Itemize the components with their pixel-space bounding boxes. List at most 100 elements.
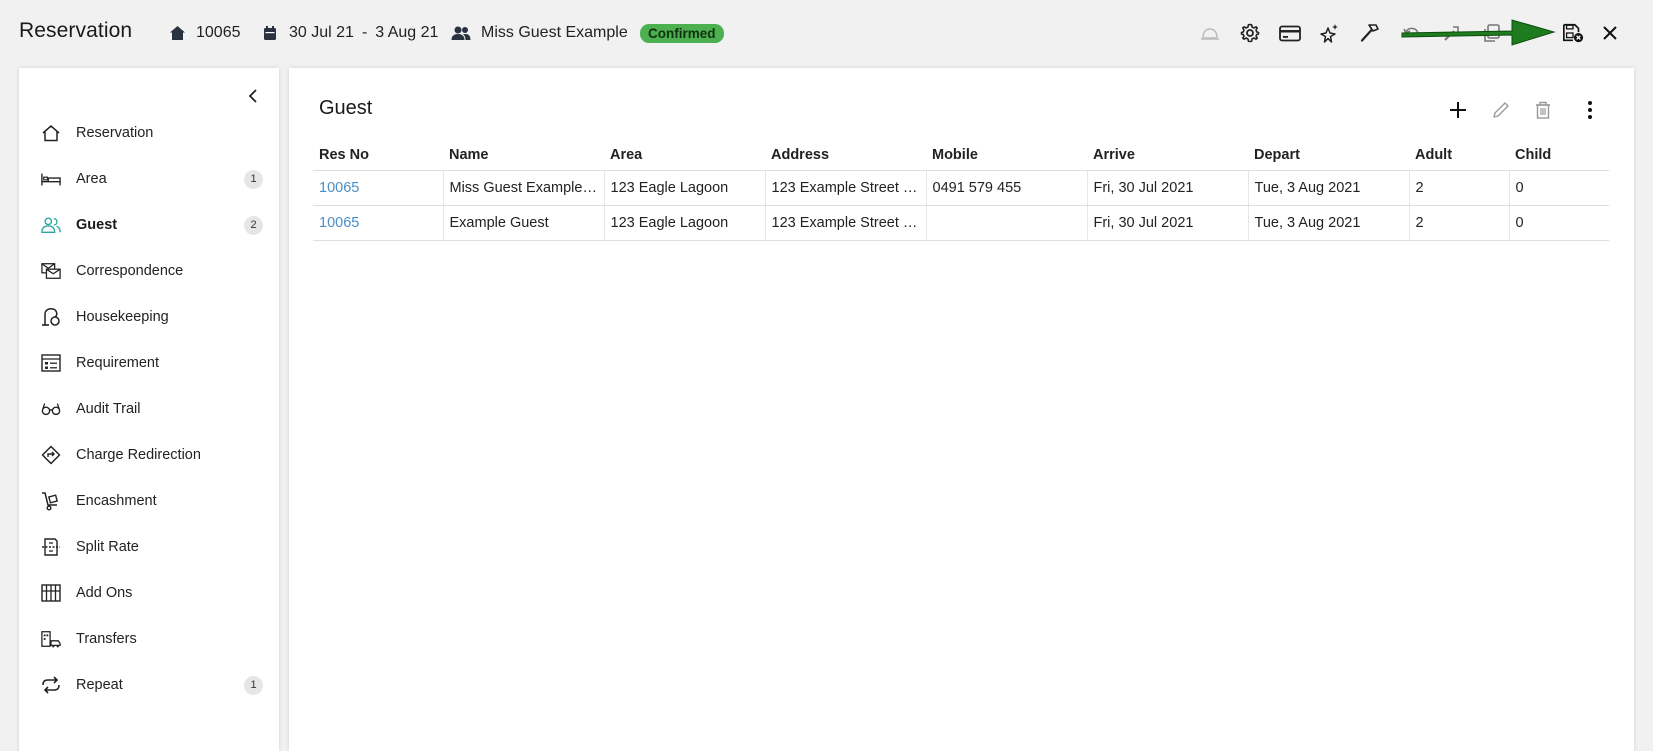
sidebar-item-label: Add Ons — [76, 585, 133, 601]
transfer-icon — [41, 629, 61, 649]
split-icon — [41, 537, 61, 557]
hammer-icon[interactable] — [1359, 22, 1381, 44]
date-from: 30 Jul 21 — [289, 24, 354, 41]
close-icon[interactable] — [1599, 22, 1621, 44]
column-header[interactable]: Mobile — [926, 140, 1087, 171]
guest-icon — [41, 215, 61, 235]
count-badge: 1 — [244, 169, 263, 189]
table-cell: 2 — [1408, 170, 1509, 206]
res-no-link[interactable]: 10065 — [313, 205, 443, 241]
date-separator: - — [361, 24, 368, 41]
mail-icon — [41, 261, 61, 281]
sidebar-item-audit-trail[interactable]: Audit Trail — [19, 389, 279, 429]
annotation-arrow — [1401, 19, 1556, 46]
repeat-icon — [41, 675, 61, 695]
column-header[interactable]: Address — [765, 140, 926, 171]
guest-panel: Guest Res No Name Area Address Mobile Ar… — [289, 68, 1634, 751]
stay-dates: 30 Jul 21 - 3 Aug 21 — [261, 0, 438, 66]
sidebar-item-split-rate[interactable]: Split Rate — [19, 527, 279, 567]
chevron-left-icon[interactable] — [243, 86, 263, 106]
guests-icon — [451, 24, 471, 42]
table-cell: Fri, 30 Jul 2021 — [1086, 205, 1248, 241]
status-badge: Confirmed — [640, 24, 724, 43]
guest-table: Res No Name Area Address Mobile Arrive D… — [313, 140, 1609, 241]
sidebar-item-correspondence[interactable]: Correspondence — [19, 251, 279, 291]
sidebar-item-label: Audit Trail — [76, 401, 141, 417]
sidebar-item-guest[interactable]: Guest 2 — [19, 205, 279, 245]
page-title: Reservation — [19, 19, 133, 42]
sidebar-item-label: Charge Redirection — [76, 447, 201, 463]
sidebar-item-label: Housekeeping — [76, 309, 169, 325]
count-badge: 1 — [244, 675, 263, 695]
table-cell: Fri, 30 Jul 2021 — [1086, 170, 1248, 206]
sidebar-item-add-ons[interactable]: Add Ons — [19, 573, 279, 613]
table-cell: Example Guest — [442, 205, 604, 241]
gear-icon[interactable] — [1239, 22, 1261, 44]
column-header[interactable]: Depart — [1248, 140, 1409, 171]
delete-icon[interactable] — [1532, 99, 1554, 121]
top-bar: Reservation 10065 30 Jul 21 - 3 Aug 21 M… — [0, 0, 1653, 66]
sidebar-item-label: Transfers — [76, 631, 137, 647]
glasses-icon — [41, 399, 61, 419]
table-cell: Tue, 3 Aug 2021 — [1247, 205, 1409, 241]
table-cell: 123 Eagle Lagoon — [603, 170, 765, 206]
guest-name-text: Miss Guest Example — [481, 24, 628, 41]
sidebar-item-label: Correspondence — [76, 263, 184, 279]
section-title: Guest — [319, 97, 373, 119]
sidebar-item-label: Requirement — [76, 355, 160, 371]
sidebar-item-label: Area — [76, 171, 107, 187]
column-header[interactable]: Area — [604, 140, 765, 171]
reservation-number-text: 10065 — [196, 24, 241, 41]
table-row[interactable]: 10065 Example Guest 123 Eagle Lagoon 123… — [313, 205, 1609, 241]
res-no-link[interactable]: 10065 — [313, 170, 443, 206]
trolley-icon — [41, 491, 61, 511]
sidebar-item-label: Encashment — [76, 493, 157, 509]
table-cell — [925, 205, 1087, 241]
table-cell: Tue, 3 Aug 2021 — [1247, 170, 1409, 206]
sidebar-item-label: Split Rate — [76, 539, 139, 555]
column-header[interactable]: Child — [1509, 140, 1609, 171]
calendar-icon — [261, 24, 279, 42]
column-header[interactable]: Name — [443, 140, 604, 171]
table-cell: Miss Guest Example (... — [442, 170, 604, 206]
home-icon — [168, 24, 186, 42]
table-header-row: Res No Name Area Address Mobile Arrive D… — [313, 140, 1609, 171]
table-cell: 123 Example Street E... — [764, 170, 926, 206]
table-cell: 0 — [1508, 205, 1609, 241]
table-cell: 0 — [1508, 170, 1609, 206]
sidebar-item-encashment[interactable]: Encashment — [19, 481, 279, 521]
sidebar-item-label: Guest — [76, 217, 118, 233]
bed-icon — [41, 169, 61, 189]
count-badge: 2 — [244, 215, 263, 235]
table-cell: 0491 579 455 — [925, 170, 1087, 206]
home-icon — [41, 123, 61, 143]
sidebar-item-area[interactable]: Area 1 — [19, 159, 279, 199]
redirect-icon — [41, 445, 61, 465]
guest-name: Miss Guest Example — [451, 0, 628, 66]
sidebar-item-reservation[interactable]: Reservation — [19, 113, 279, 153]
add-icon[interactable] — [1447, 99, 1469, 121]
edit-icon[interactable] — [1490, 99, 1512, 121]
sidebar-item-housekeeping[interactable]: Housekeeping — [19, 297, 279, 337]
grid-icon — [41, 583, 61, 603]
more-options-icon[interactable] — [1579, 99, 1601, 121]
reservation-number: 10065 — [168, 0, 241, 66]
table-row[interactable]: 10065 Miss Guest Example (... 123 Eagle … — [313, 170, 1609, 206]
sparkle-star-icon[interactable] — [1319, 22, 1341, 44]
table-cell: 123 Example Street 3... — [764, 205, 926, 241]
sidebar-item-repeat[interactable]: Repeat 1 — [19, 665, 279, 705]
column-header[interactable]: Res No — [313, 140, 443, 171]
sidebar: Reservation Area 1 Guest 2 Correspondenc… — [19, 68, 279, 751]
sidebar-item-requirement[interactable]: Requirement — [19, 343, 279, 383]
credit-card-icon[interactable] — [1279, 22, 1301, 44]
bell-icon[interactable] — [1199, 22, 1221, 44]
date-to: 3 Aug 21 — [375, 24, 439, 41]
checklist-icon — [41, 353, 61, 373]
sidebar-item-charge-redirection[interactable]: Charge Redirection — [19, 435, 279, 475]
sidebar-item-transfers[interactable]: Transfers — [19, 619, 279, 659]
vacuum-icon — [41, 307, 61, 327]
table-cell: 123 Eagle Lagoon — [603, 205, 765, 241]
column-header[interactable]: Arrive — [1087, 140, 1248, 171]
column-header[interactable]: Adult — [1409, 140, 1509, 171]
save-close-icon[interactable] — [1562, 22, 1584, 44]
